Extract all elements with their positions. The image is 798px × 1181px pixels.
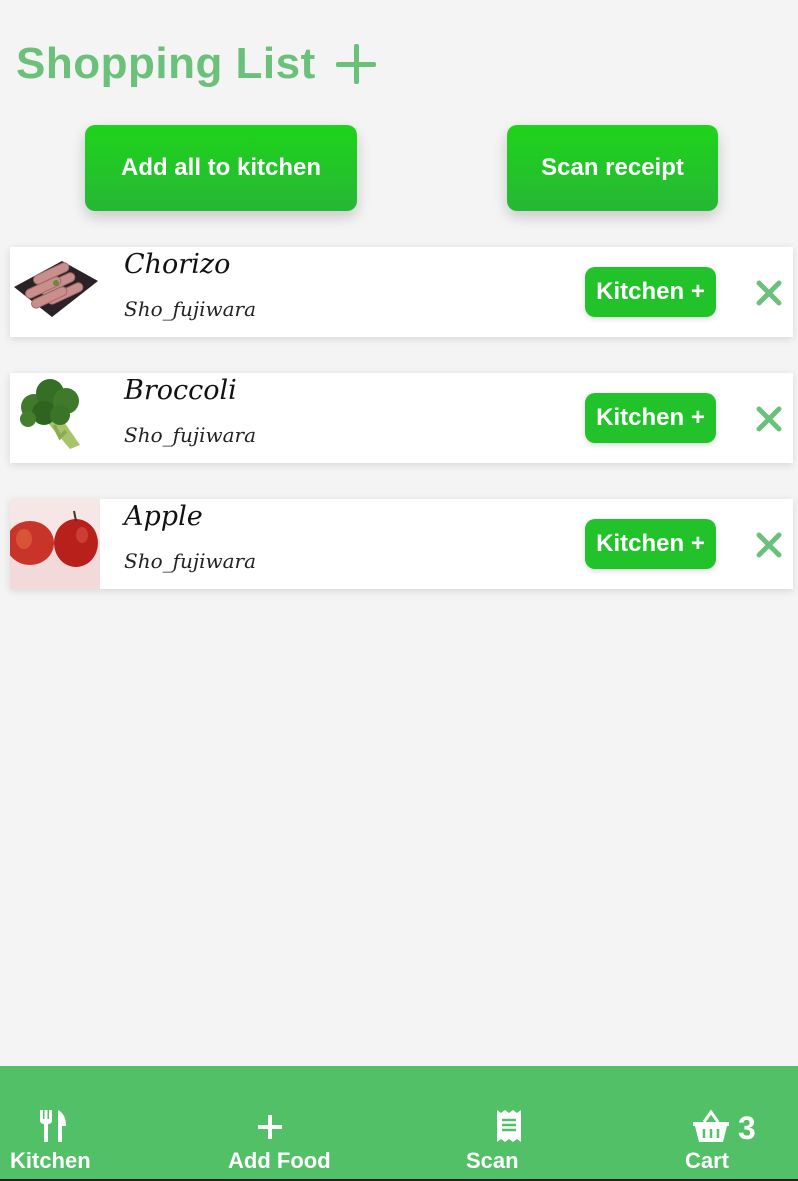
list-item: Chorizo Sho_fujiwara Kitchen +: [10, 247, 793, 337]
list-item: Apple Sho_fujiwara Kitchen +: [10, 499, 793, 589]
item-user: Sho_fujiwara: [124, 549, 257, 573]
nav-add-food-label: Add Food: [228, 1148, 331, 1173]
add-to-kitchen-button[interactable]: Kitchen +: [585, 267, 716, 317]
broccoli-image: [10, 373, 100, 463]
utensils-icon: [38, 1110, 68, 1147]
nav-kitchen[interactable]: Kitchen: [0, 1066, 100, 1179]
add-to-kitchen-button[interactable]: Kitchen +: [585, 393, 716, 443]
chorizo-image: [10, 247, 100, 337]
basket-icon: [693, 1109, 729, 1147]
add-to-kitchen-button[interactable]: Kitchen +: [585, 519, 716, 569]
page-title: Shopping List: [16, 39, 316, 88]
nav-add-food[interactable]: Add Food: [220, 1066, 340, 1179]
receipt-icon: [496, 1110, 522, 1147]
apple-image: [10, 499, 100, 589]
nav-cart[interactable]: Cart: [680, 1066, 790, 1179]
item-user: Sho_fujiwara: [124, 297, 257, 321]
item-name: Chorizo: [124, 249, 231, 280]
item-name: Apple: [124, 501, 203, 532]
nav-kitchen-label: Kitchen: [10, 1148, 91, 1173]
nav-scan[interactable]: Scan: [460, 1066, 530, 1179]
bottom-nav: Kitchen Add Food Scan Cart 3: [0, 1066, 798, 1181]
nav-cart-label: Cart: [685, 1148, 730, 1173]
add-item-plus-icon[interactable]: [335, 44, 376, 84]
close-icon[interactable]: [756, 532, 782, 558]
item-name: Broccoli: [124, 375, 237, 406]
plus-icon: [257, 1114, 283, 1145]
shopping-list: Chorizo Sho_fujiwara Kitchen + Broccoli …: [10, 247, 793, 625]
page-header: Shopping List: [16, 34, 376, 94]
scan-receipt-button[interactable]: Scan receipt: [507, 125, 718, 211]
item-user: Sho_fujiwara: [124, 423, 257, 447]
close-icon[interactable]: [756, 406, 782, 432]
cart-count-badge: 3: [738, 1110, 756, 1146]
nav-scan-label: Scan: [466, 1148, 519, 1173]
add-all-to-kitchen-button[interactable]: Add all to kitchen: [85, 125, 357, 211]
list-item: Broccoli Sho_fujiwara Kitchen +: [10, 373, 793, 463]
close-icon[interactable]: [756, 280, 782, 306]
